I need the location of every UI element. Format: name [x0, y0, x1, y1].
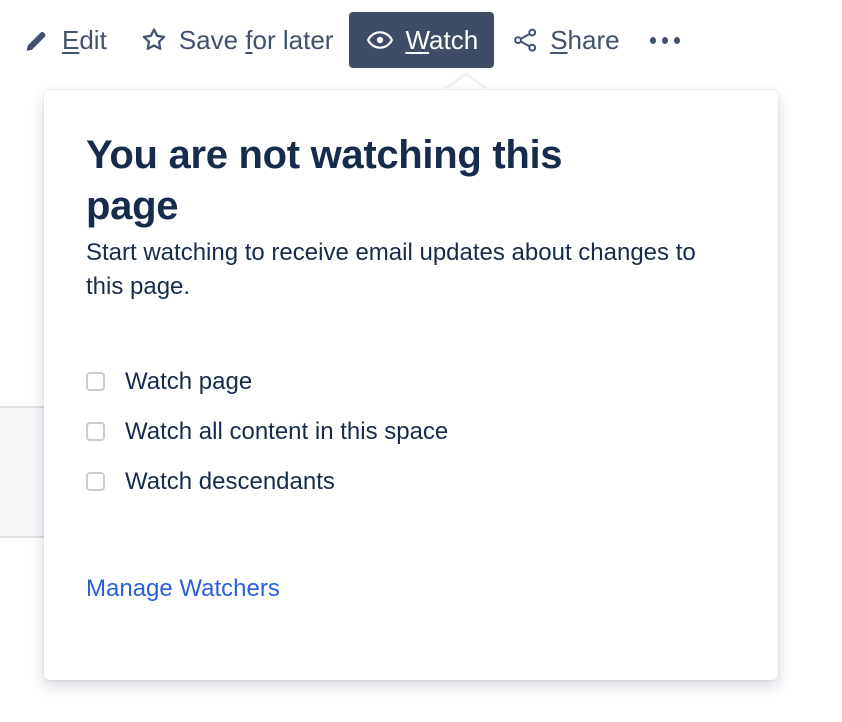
save-for-later-button[interactable]: Save for later	[123, 12, 350, 68]
watch-space-content-option[interactable]: Watch all content in this space	[86, 407, 736, 457]
watch-page-option[interactable]: Watch page	[86, 357, 736, 407]
share-button[interactable]: Share	[494, 12, 635, 68]
watch-descendants-label: Watch descendants	[125, 467, 335, 495]
ellipsis-icon	[649, 25, 680, 55]
star-icon	[139, 25, 169, 55]
eye-icon	[365, 25, 395, 55]
watch-dialog-title: You are not watching this page	[86, 133, 563, 229]
watch-options-list: Watch page Watch all content in this spa…	[86, 357, 736, 507]
watch-dialog: You are not watching this page Start wat…	[44, 90, 778, 680]
watch-space-content-checkbox[interactable]	[86, 422, 105, 442]
share-icon	[510, 25, 540, 55]
save-for-later-button-label: Save for later	[178, 25, 334, 55]
watch-page-checkbox[interactable]	[86, 372, 105, 392]
page-action-toolbar: Edit Save for later Watch Share	[0, 0, 842, 80]
more-actions-button[interactable]	[636, 12, 704, 68]
edit-button-label: Edit	[62, 25, 107, 55]
watch-dialog-description: Start watching to receive email updates …	[86, 239, 696, 301]
watch-descendants-option[interactable]: Watch descendants	[86, 457, 736, 507]
share-button-label: Share	[550, 25, 620, 55]
watch-space-content-label: Watch all content in this space	[125, 417, 449, 445]
edit-button[interactable]: Edit	[6, 12, 123, 68]
manage-watchers-link[interactable]: Manage Watchers	[86, 575, 280, 603]
pencil-icon	[22, 25, 52, 55]
watch-descendants-checkbox[interactable]	[86, 472, 105, 492]
watch-button-label: Watch	[405, 25, 479, 55]
watch-page-label: Watch page	[125, 367, 253, 395]
watch-button[interactable]: Watch	[349, 12, 495, 68]
popup-arrow	[444, 75, 488, 91]
